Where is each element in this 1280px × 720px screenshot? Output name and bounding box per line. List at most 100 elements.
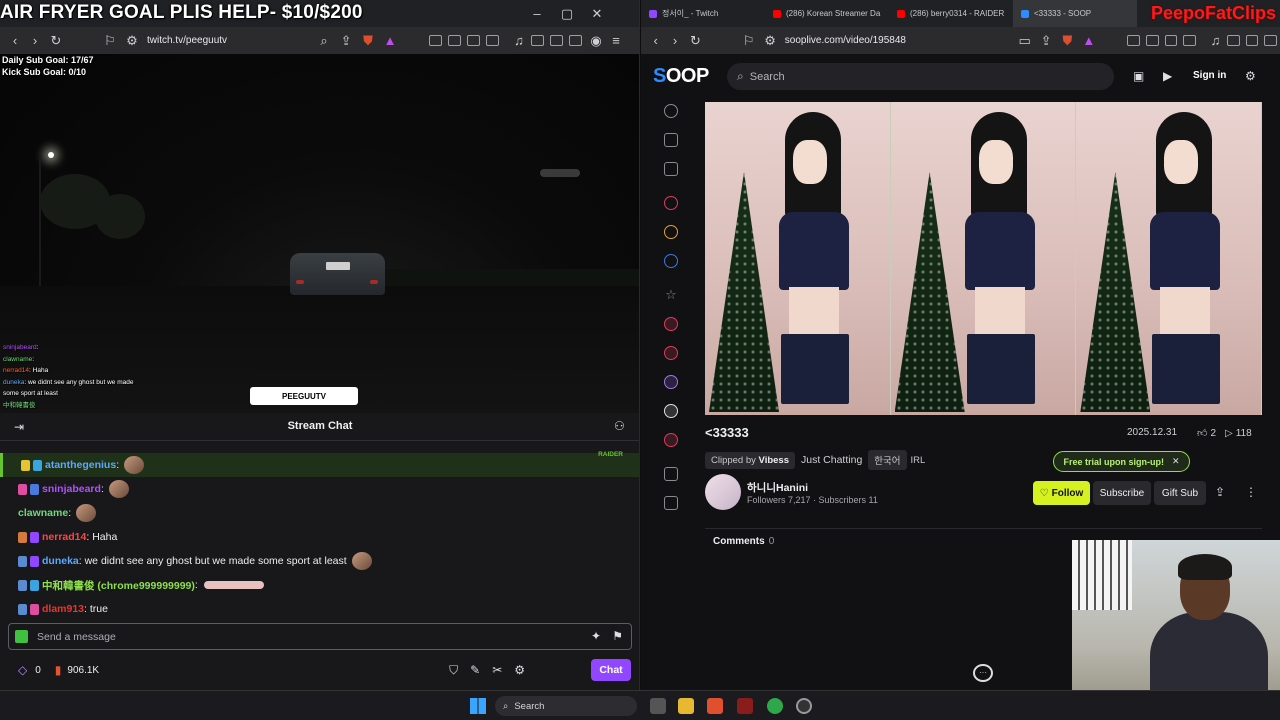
bits-icon[interactable]: ▮ [55,663,62,677]
brave-shield-icon[interactable]: ⛊ [359,33,377,49]
share-icon[interactable]: ⇪ [337,33,355,49]
tag-pill[interactable]: 한국어 [868,450,907,470]
extension-icon[interactable] [486,35,500,46]
extension-icon[interactable] [448,35,462,46]
forward-icon[interactable]: › [666,33,683,48]
star-icon[interactable]: ☆ [664,288,678,302]
chat-username[interactable]: dlam913 [42,603,84,615]
followed-channel-icon[interactable] [664,317,678,331]
maximize-button[interactable]: ▢ [558,6,576,22]
followed-channel-icon[interactable] [664,346,678,360]
subscribe-button[interactable]: Subscribe [1093,481,1151,505]
browser-tab[interactable]: (286) Korean Streamer Da [765,0,889,27]
chat-message[interactable]: sninjabeard: [0,477,639,501]
settings-app-icon[interactable] [796,698,812,714]
reload-icon[interactable]: ↻ [47,33,65,49]
gift-sub-button[interactable]: Gift Sub [1154,481,1206,505]
clipped-by-tag[interactable]: Clipped by Vibess [705,451,795,469]
minimize-button[interactable]: – [528,6,546,21]
bookmark-icon[interactable]: ⚐ [101,33,119,49]
chat-message[interactable]: atanthegenius: [0,453,639,477]
brave-icon[interactable] [707,698,723,714]
back-icon[interactable]: ‹ [6,33,24,48]
extension-icon[interactable] [1127,35,1141,46]
shortcut-icon[interactable] [664,196,678,210]
brave-shield-icon[interactable]: ⛊ [1059,33,1076,49]
music-icon[interactable]: ♫ [1207,33,1224,48]
category-link[interactable]: Just Chatting [801,454,862,466]
browser-tab[interactable]: 정서이_ - Twitch [641,0,765,27]
notice-icon[interactable] [664,467,678,481]
start-icon[interactable] [470,698,486,714]
forward-icon[interactable]: › [26,33,44,48]
broadcast-icon[interactable] [664,104,678,118]
more-options-icon[interactable]: ⋮ [1245,485,1257,499]
chat-message[interactable]: nerrad14 : Haha [0,525,639,549]
tv-icon[interactable] [664,133,678,147]
downloads-icon[interactable] [1264,35,1278,46]
site-settings-icon[interactable]: ⚙ [123,33,141,49]
chat-username[interactable]: atanthegenius [45,459,116,471]
menu-icon[interactable]: ≡ [607,33,625,48]
chat-badge-icon[interactable] [15,630,28,643]
channel-points-icon[interactable]: ◇ [18,663,27,677]
share-icon[interactable]: ⇪ [1215,485,1225,499]
wallet-icon[interactable] [1245,35,1259,46]
chat-send-button[interactable]: Chat [591,659,631,681]
shortcut-icon[interactable] [664,254,678,268]
chat-input[interactable]: Send a message ✦ ⚑ [8,623,632,650]
chat-message[interactable]: 中和韓書俊 (chrome999999999) : [0,573,639,597]
shortcut-icon[interactable] [664,225,678,239]
xbox-icon[interactable] [767,698,783,714]
music-icon[interactable]: ♫ [510,33,528,48]
url-field[interactable]: twitch.tv/peeguutv [147,35,227,46]
extension-icon[interactable] [1183,35,1196,46]
url-field[interactable]: sooplive.com/video/195848 [785,35,906,46]
extension-icon[interactable] [429,35,443,46]
followed-channel-icon[interactable] [664,433,678,447]
share-icon[interactable]: ⇪ [1037,33,1054,49]
site-settings-icon[interactable]: ⚙ [761,33,778,49]
extension-icon[interactable] [1164,35,1178,46]
followed-channel-icon[interactable] [664,404,678,418]
emote-picker-icon[interactable]: ⚑ [612,629,623,643]
clip-video-player[interactable] [705,102,1262,415]
document-icon[interactable] [664,496,678,510]
taskbar-search[interactable]: ⌕ Search [495,696,637,716]
sparkle-icon[interactable]: ✦ [591,629,601,643]
wallet-icon[interactable] [550,35,564,46]
chat-bubble-icon[interactable]: ··· [973,664,993,682]
settings-icon[interactable]: ⚙ [1245,69,1256,83]
sign-in-button[interactable]: Sign in [1193,70,1226,81]
follow-button[interactable]: ♡ Follow [1033,481,1090,505]
live-icon[interactable]: ▣ [1133,69,1144,83]
vpn-icon[interactable]: ◉ [587,33,605,49]
back-icon[interactable]: ‹ [647,33,664,48]
tag-pill[interactable]: IRL [911,452,932,469]
bookmark-icon[interactable]: ⚐ [740,33,757,49]
chat-username[interactable]: 中和韓書俊 (chrome999999999) [42,578,195,593]
reload-icon[interactable]: ↻ [687,33,704,49]
search-input[interactable]: ⌕ Search [727,63,1114,90]
channel-avatar[interactable] [705,474,741,510]
chat-message[interactable]: duneka : we didnt see any ghost but we m… [0,549,639,573]
play-icon[interactable]: ▶ [1163,69,1172,83]
task-view-icon[interactable] [650,698,666,714]
chat-username[interactable]: duneka [42,555,79,567]
sidebar-icon[interactable] [1227,35,1240,46]
chat-username[interactable]: nerrad14 [42,531,86,543]
channel-name[interactable]: 하니니Hanini [747,480,808,495]
zoom-icon[interactable]: ⌕ [315,33,333,49]
chat-username[interactable]: clawname [18,507,68,519]
close-icon[interactable]: ✕ [1172,456,1180,467]
cast-icon[interactable]: ▭ [1016,33,1033,49]
tools-icon[interactable]: ✂ [492,663,502,677]
extension-icon[interactable] [1146,35,1159,46]
followed-channel-icon[interactable] [664,375,678,389]
close-button[interactable]: ✕ [588,6,606,22]
category-icon[interactable] [664,162,678,176]
settings-icon[interactable]: ⚙ [514,663,525,677]
chat-message[interactable]: clawname: [0,501,639,525]
community-icon[interactable]: ⚇ [614,419,625,433]
pen-icon[interactable]: ✎ [470,663,480,677]
